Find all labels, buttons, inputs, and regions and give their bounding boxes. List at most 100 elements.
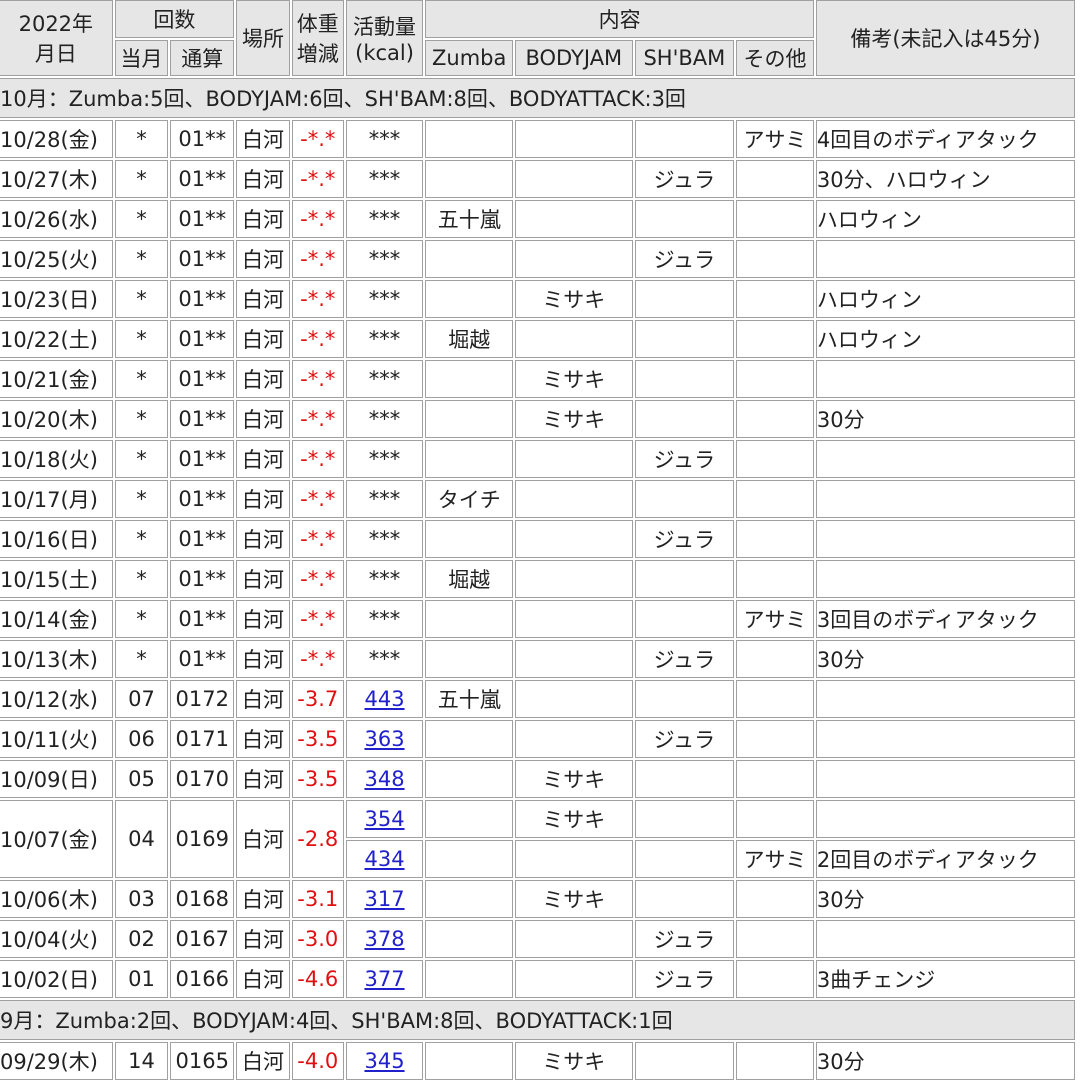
month-count-cell: * <box>114 440 169 478</box>
note-cell <box>815 520 1075 558</box>
table-row: 10/18(火) * 01** 白河 -*.* *** ジュラ <box>0 440 1075 478</box>
shbam-cell <box>634 1042 735 1080</box>
month-count-cell: * <box>114 560 169 598</box>
zumba-cell: 堀越 <box>425 560 514 598</box>
bodyjam-cell: ミサキ <box>515 1042 633 1080</box>
other-cell <box>736 1042 814 1080</box>
month-count-cell: * <box>114 600 169 638</box>
note-cell <box>815 560 1075 598</box>
zumba-cell <box>425 360 514 398</box>
other-cell: アサミ <box>736 600 814 638</box>
note-cell <box>815 680 1075 718</box>
kcal-link[interactable]: 317 <box>364 887 404 911</box>
month-summary-text: 10月：Zumba:5回、BODYJAM:6回、SH'BAM:8回、BODYAT… <box>0 78 1075 118</box>
place-cell: 白河 <box>236 120 290 158</box>
total-count-cell: 01** <box>170 560 235 598</box>
zumba-cell <box>425 1042 514 1080</box>
kcal-link[interactable]: 377 <box>364 967 404 991</box>
month-count-cell: 07 <box>114 680 169 718</box>
activity-cell: *** <box>345 360 424 398</box>
activity-cell: *** <box>345 240 424 278</box>
place-cell: 白河 <box>236 960 290 998</box>
zumba-cell <box>425 400 514 438</box>
kcal-link[interactable]: 348 <box>364 767 404 791</box>
place-cell: 白河 <box>236 200 290 238</box>
date-cell: 10/25(火) <box>0 240 113 278</box>
date-cell: 10/20(木) <box>0 400 113 438</box>
activity-cell: *** <box>345 320 424 358</box>
total-count-cell: 01** <box>170 600 235 638</box>
total-count-cell: 01** <box>170 640 235 678</box>
date-cell: 10/21(金) <box>0 360 113 398</box>
date-cell: 10/16(日) <box>0 520 113 558</box>
zumba-cell <box>425 960 514 998</box>
month-count-cell: * <box>114 360 169 398</box>
date-cell: 10/11(火) <box>0 720 113 758</box>
header-bodyjam: BODYJAM <box>515 40 633 76</box>
month-count-cell: * <box>114 200 169 238</box>
table-row: 10/25(火) * 01** 白河 -*.* *** ジュラ <box>0 240 1075 278</box>
other-cell <box>736 200 814 238</box>
kcal-link[interactable]: 354 <box>364 807 404 831</box>
month-count-cell: 06 <box>114 720 169 758</box>
zumba-cell: 五十嵐 <box>425 680 514 718</box>
table-row: 10/11(火) 06 0171 白河 -3.5 363 ジュラ <box>0 720 1075 758</box>
weight-change-cell: -*.* <box>291 560 344 598</box>
weight-change-cell: -3.0 <box>291 920 344 958</box>
bodyjam-cell: ミサキ <box>515 800 633 838</box>
note-cell: 3曲チェンジ <box>815 960 1075 998</box>
weight-change-cell: -*.* <box>291 240 344 278</box>
table-row: 10/07(金) 04 0169 白河 -2.8 354 ミサキ <box>0 800 1075 878</box>
zumba-cell <box>425 840 514 878</box>
other-cell <box>736 160 814 198</box>
zumba-cell <box>425 280 514 318</box>
place-cell: 白河 <box>236 560 290 598</box>
month-summary-october: 10月：Zumba:5回、BODYJAM:6回、SH'BAM:8回、BODYAT… <box>0 78 1075 118</box>
header-total-count: 通算 <box>170 40 235 76</box>
month-count-cell: 05 <box>114 760 169 798</box>
other-cell <box>736 280 814 318</box>
bodyjam-cell <box>515 200 633 238</box>
activity-cell: *** <box>345 160 424 198</box>
activity-cell: 377 <box>345 960 424 998</box>
shbam-cell <box>634 800 735 838</box>
shbam-cell <box>634 760 735 798</box>
note-cell <box>815 920 1075 958</box>
table-row: 10/15(土) * 01** 白河 -*.* *** 堀越 <box>0 560 1075 598</box>
month-count-cell: * <box>114 520 169 558</box>
bodyjam-cell <box>515 680 633 718</box>
date-cell: 10/22(土) <box>0 320 113 358</box>
bodyjam-cell <box>515 480 633 518</box>
kcal-link[interactable]: 443 <box>364 687 404 711</box>
date-cell: 10/06(木) <box>0 880 113 918</box>
table-row: 10/23(日) * 01** 白河 -*.* *** ミサキ ハロウィン <box>0 280 1075 318</box>
place-cell: 白河 <box>236 440 290 478</box>
other-cell <box>736 760 814 798</box>
note-cell <box>815 240 1075 278</box>
kcal-link[interactable]: 345 <box>364 1049 404 1073</box>
weight-change-cell: -3.5 <box>291 760 344 798</box>
total-count-cell: 01** <box>170 240 235 278</box>
kcal-link[interactable]: 378 <box>364 927 404 951</box>
total-count-cell: 0170 <box>170 760 235 798</box>
bodyjam-cell <box>515 440 633 478</box>
other-cell <box>736 640 814 678</box>
place-cell: 白河 <box>236 880 290 918</box>
activity-cell: 443 <box>345 680 424 718</box>
weight-change-cell: -*.* <box>291 520 344 558</box>
date-cell: 10/23(日) <box>0 280 113 318</box>
place-cell: 白河 <box>236 480 290 518</box>
table-row: 10/22(土) * 01** 白河 -*.* *** 堀越 ハロウィン <box>0 320 1075 358</box>
date-cell: 10/28(金) <box>0 120 113 158</box>
shbam-cell <box>634 320 735 358</box>
total-count-cell: 0169 <box>170 800 235 878</box>
place-cell: 白河 <box>236 760 290 798</box>
kcal-link[interactable]: 434 <box>364 847 404 871</box>
activity-cell: 434 <box>345 840 424 878</box>
other-cell <box>736 240 814 278</box>
note-cell: 30分 <box>815 640 1075 678</box>
kcal-link[interactable]: 363 <box>364 727 404 751</box>
table-row: 10/28(金) * 01** 白河 -*.* *** アサミ 4回目のボディアタック <box>0 120 1075 158</box>
weight-change-cell: -4.0 <box>291 1042 344 1080</box>
date-cell: 10/12(水) <box>0 680 113 718</box>
